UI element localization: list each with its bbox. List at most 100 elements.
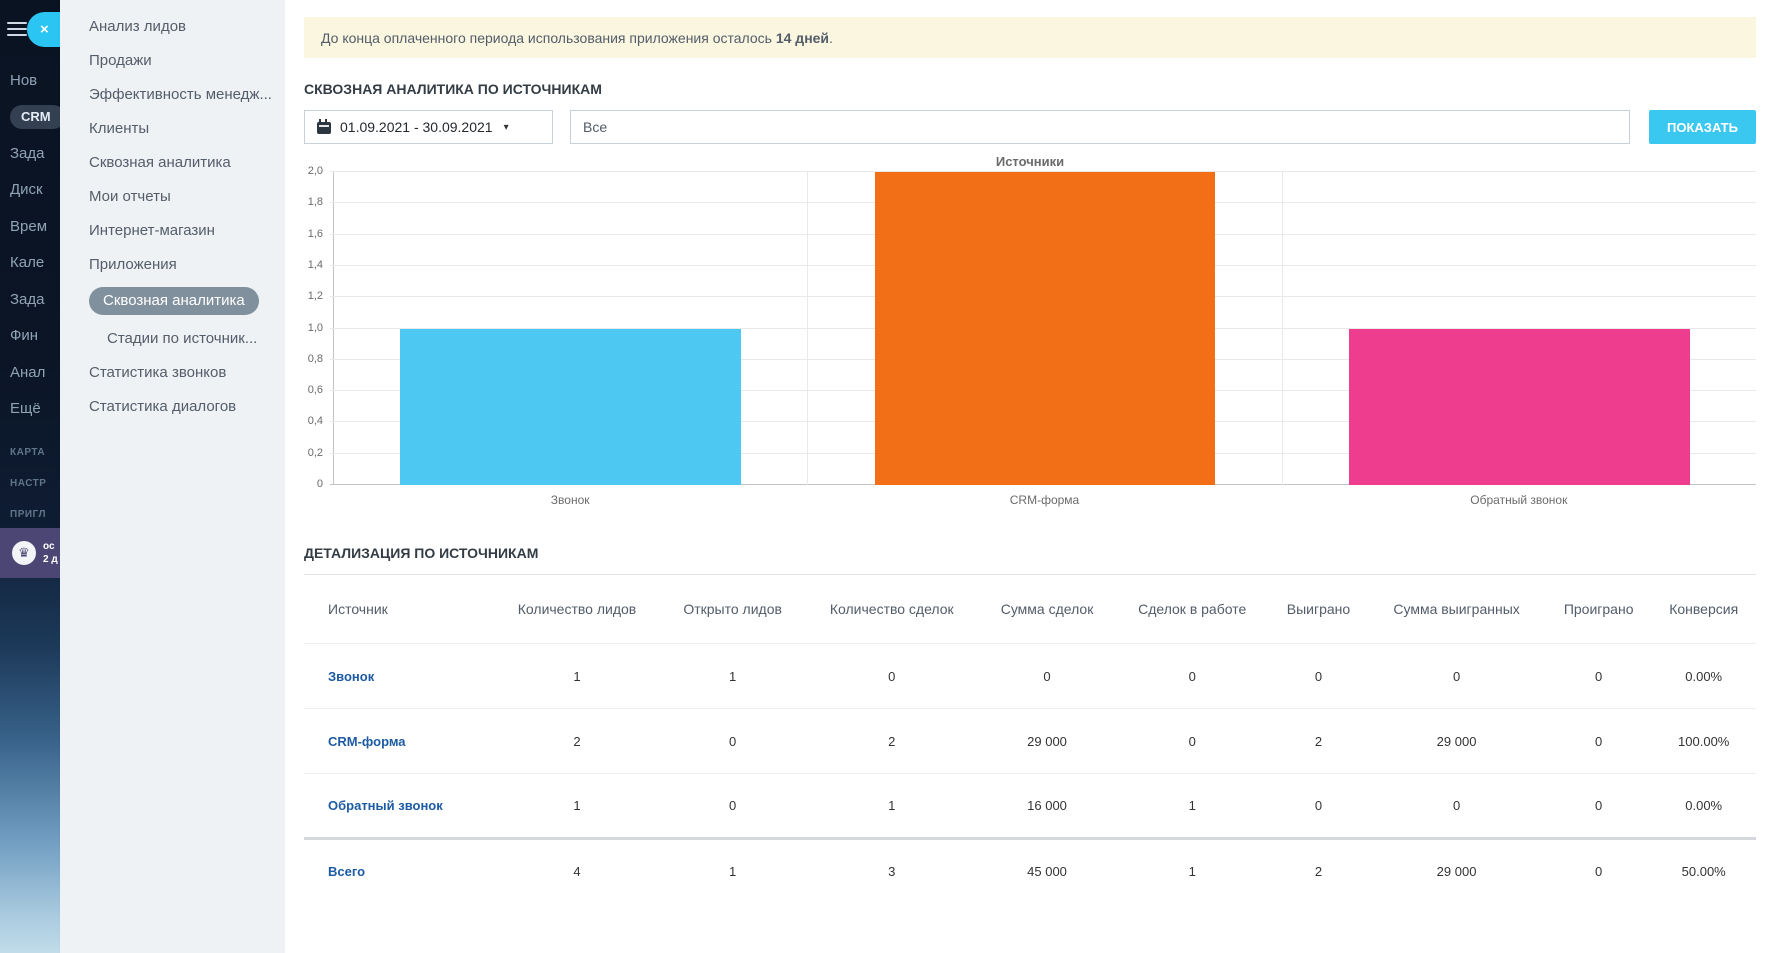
subscription-line1: ос — [43, 540, 58, 553]
y-tick-label: 1,8 — [296, 196, 323, 208]
rail-item-crm[interactable]: CRM — [10, 99, 60, 136]
y-tick-label: 1,0 — [296, 322, 323, 334]
source-link[interactable]: CRM-форма — [328, 734, 406, 749]
flyout-item-dialog-statistics[interactable]: Статистика диалогов — [60, 389, 285, 423]
bar-Звонок[interactable] — [400, 329, 741, 486]
crm-flyout-menu: Анализ лидов Продажи Эффективность менед… — [60, 0, 285, 953]
rail-item-more[interactable]: Ещё — [10, 391, 60, 428]
y-tick-label: 0 — [296, 478, 323, 490]
bar-Обратный звонок[interactable] — [1349, 329, 1690, 486]
trial-period-banner: До конца оплаченного периода использован… — [304, 17, 1756, 58]
details-section-title: ДЕТАЛИЗАЦИЯ ПО ИСТОЧНИКАМ — [304, 545, 1756, 561]
source-link[interactable]: Обратный звонок — [328, 798, 443, 813]
subscription-badge[interactable]: ♛ ос 2 д — [0, 528, 60, 578]
table-cell: 1 — [661, 644, 804, 709]
source-cell: Обратный звонок — [304, 774, 493, 839]
x-category-label: Звонок — [333, 493, 807, 507]
chevron-down-icon: ▾ — [504, 122, 509, 133]
flyout-item-clients[interactable]: Клиенты — [60, 111, 285, 145]
chart-x-labels: ЗвонокCRM-формаОбратный звонок — [333, 493, 1756, 507]
bar-CRM-форма[interactable] — [875, 172, 1216, 485]
flyout-item-stages-by-source[interactable]: Стадии по источник... — [60, 321, 285, 355]
flyout-item-active-end-to-end-analytics[interactable]: Сквозная аналитика — [60, 281, 285, 321]
rail-item-invite[interactable]: ПРИГЛ — [10, 499, 46, 530]
rail-item-calendar[interactable]: Кале — [10, 245, 60, 282]
y-tick-label: 1,6 — [296, 228, 323, 240]
table-cell: 0 — [1546, 709, 1651, 774]
table-row: CRM-форма20229 0000229 0000100.00% — [304, 709, 1756, 774]
flyout-item-manager-efficiency[interactable]: Эффективность менедж... — [60, 77, 285, 111]
table-cell: 2 — [493, 709, 661, 774]
flyout-item-my-reports[interactable]: Мои отчеты — [60, 179, 285, 213]
close-icon: × — [40, 21, 49, 38]
table-cell: 1 — [493, 644, 661, 709]
rail-item-finance[interactable]: Фин — [10, 318, 60, 355]
table-cell: 0 — [661, 774, 804, 839]
table-cell: 0 — [804, 644, 979, 709]
flyout-item-lead-analysis[interactable]: Анализ лидов — [60, 9, 285, 43]
source-link[interactable]: Всего — [328, 864, 365, 879]
show-button[interactable]: ПОКАЗАТЬ — [1649, 110, 1756, 144]
table-cell: 100.00% — [1651, 709, 1756, 774]
rail-item-time[interactable]: Врем — [10, 208, 60, 245]
date-range-picker[interactable]: 01.09.2021 - 30.09.2021 ▾ — [304, 110, 553, 144]
table-cell: 0 — [1546, 774, 1651, 839]
table-cell: 0 — [1115, 709, 1270, 774]
rail-item-tasks[interactable]: Зада — [10, 135, 60, 172]
sources-bar-chart: Источники 00,20,40,60,81,01,21,41,61,82,… — [304, 154, 1756, 507]
chart-slot — [1282, 172, 1756, 485]
y-tick-label: 0,8 — [296, 353, 323, 365]
date-range-value: 01.09.2021 - 30.09.2021 — [340, 119, 493, 135]
table-cell: 0 — [1546, 839, 1651, 904]
close-menu-button[interactable]: × — [27, 12, 60, 47]
menu-hamburger-icon[interactable] — [7, 22, 27, 40]
rail-secondary-menu: КАРТА НАСТР ПРИГЛ — [10, 437, 46, 530]
column-header: Сумма выигранных — [1367, 575, 1546, 644]
table-cell: 50.00% — [1651, 839, 1756, 904]
y-tick-label: 1,4 — [296, 259, 323, 271]
rail-item-tasks2[interactable]: Зада — [10, 281, 60, 318]
flyout-item-online-store[interactable]: Интернет-магазин — [60, 213, 285, 247]
source-cell: CRM-форма — [304, 709, 493, 774]
table-cell: 2 — [1270, 709, 1367, 774]
table-cell: 29 000 — [1367, 709, 1546, 774]
column-header: Конверсия — [1651, 575, 1756, 644]
table-cell: 29 000 — [1367, 839, 1546, 904]
table-cell: 0 — [1546, 644, 1651, 709]
column-header: Количество сделок — [804, 575, 979, 644]
chart-slot — [807, 172, 1281, 485]
details-table-body: Звонок110000000.00%CRM-форма20229 000022… — [304, 644, 1756, 904]
chart-slot — [334, 172, 807, 485]
source-filter-input[interactable] — [570, 110, 1630, 144]
table-cell: 45 000 — [979, 839, 1114, 904]
y-tick-label: 1,2 — [296, 290, 323, 302]
rail-item-settings[interactable]: НАСТР — [10, 468, 46, 499]
table-cell: 29 000 — [979, 709, 1114, 774]
y-tick-label: 0,6 — [296, 384, 323, 396]
table-cell: 1 — [493, 774, 661, 839]
table-cell: 1 — [661, 839, 804, 904]
table-cell: 0 — [1270, 774, 1367, 839]
table-cell: 1 — [1115, 839, 1270, 904]
rail-item-news[interactable]: Нов — [10, 62, 60, 99]
table-cell: 0 — [1270, 644, 1367, 709]
flyout-item-sales[interactable]: Продажи — [60, 43, 285, 77]
source-link[interactable]: Звонок — [328, 669, 374, 684]
table-cell: 0 — [979, 644, 1114, 709]
table-cell: 2 — [1270, 839, 1367, 904]
source-cell: Звонок — [304, 644, 493, 709]
flyout-item-apps[interactable]: Приложения — [60, 247, 285, 281]
flyout-item-call-statistics[interactable]: Статистика звонков — [60, 355, 285, 389]
table-cell: 3 — [804, 839, 979, 904]
chart-bars — [334, 172, 1756, 485]
rail-item-disk[interactable]: Диск — [10, 172, 60, 209]
subscription-line2: 2 д — [43, 553, 58, 566]
rail-item-sitemap[interactable]: КАРТА — [10, 437, 46, 468]
filter-bar: 01.09.2021 - 30.09.2021 ▾ ПОКАЗАТЬ — [304, 110, 1756, 144]
table-cell: 2 — [804, 709, 979, 774]
column-header: Выиграно — [1270, 575, 1367, 644]
flyout-item-end-to-end-analytics[interactable]: Сквозная аналитика — [60, 145, 285, 179]
rail-item-analytics[interactable]: Анал — [10, 354, 60, 391]
column-header: Количество лидов — [493, 575, 661, 644]
banner-text: До конца оплаченного периода использован… — [321, 30, 772, 46]
